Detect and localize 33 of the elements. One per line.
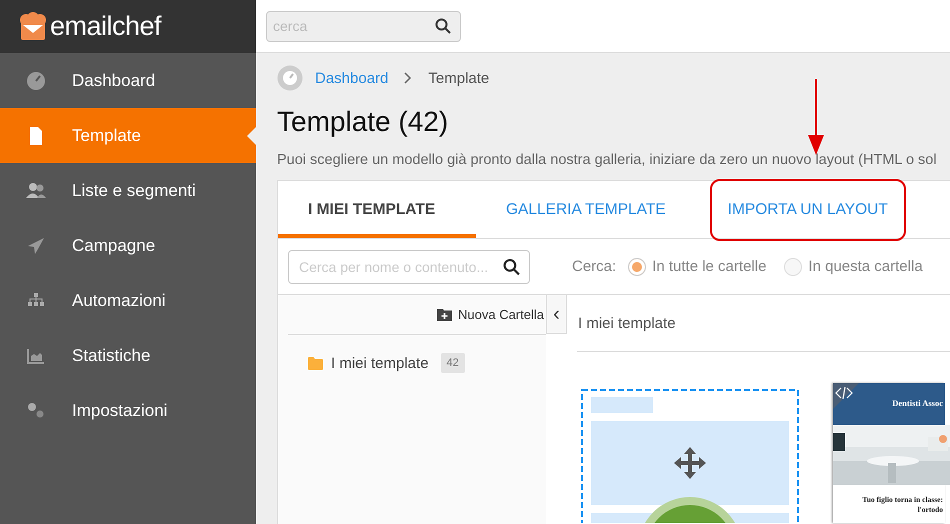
sidebar-item[interactable]: Liste e segmenti xyxy=(0,163,256,218)
search-icon xyxy=(503,258,520,275)
folder-plus-icon xyxy=(437,308,452,321)
sidebar-item[interactable]: Impostazioni xyxy=(0,383,256,438)
breadcrumb-current: Template xyxy=(428,70,490,86)
filter-label: Cerca: xyxy=(572,258,616,275)
count-badge: 42 xyxy=(440,353,465,373)
page-description: Puoi scegliere un modello già pronto dalla nostra galleria, iniziare da zero un nuovo layout (HTML o sol xyxy=(277,152,938,168)
radio-button[interactable] xyxy=(784,258,802,276)
tab[interactable]: GALLERIA TEMPLATE xyxy=(476,181,696,238)
code-icon xyxy=(833,383,859,409)
sidebar-item[interactable]: Automazioni xyxy=(0,273,256,328)
radio-button[interactable] xyxy=(628,258,646,276)
tab[interactable]: I MIEI TEMPLATE xyxy=(278,181,476,238)
radio-option[interactable]: In tutte le cartelle xyxy=(628,258,766,276)
sidebar-item[interactable]: Statistiche xyxy=(0,328,256,383)
radio-option[interactable]: In questa cartella xyxy=(784,258,923,276)
new-folder-button[interactable]: Nuova Cartella xyxy=(437,307,544,322)
page-title: Template (42) xyxy=(277,106,450,139)
chevron-right-icon xyxy=(404,72,412,84)
gauge-icon xyxy=(277,65,303,91)
section-heading: I miei template xyxy=(577,295,950,352)
sidebar-item[interactable]: Dashboard xyxy=(0,53,256,108)
template-title: Dentisti Assoc xyxy=(892,398,943,408)
sidebar-item[interactable]: Campagne xyxy=(0,218,256,273)
tab[interactable]: IMPORTA UN LAYOUT xyxy=(710,178,906,240)
layout-placeholder-drawing[interactable] xyxy=(581,389,799,523)
folder-item[interactable]: I miei template 42 xyxy=(278,335,546,373)
chef-hat-envelope-icon xyxy=(18,12,48,42)
collapse-button[interactable]: ‹ xyxy=(546,295,567,334)
gauge-icon xyxy=(25,70,47,92)
brand-name: emailchef xyxy=(50,11,162,42)
search-icon xyxy=(435,18,451,34)
